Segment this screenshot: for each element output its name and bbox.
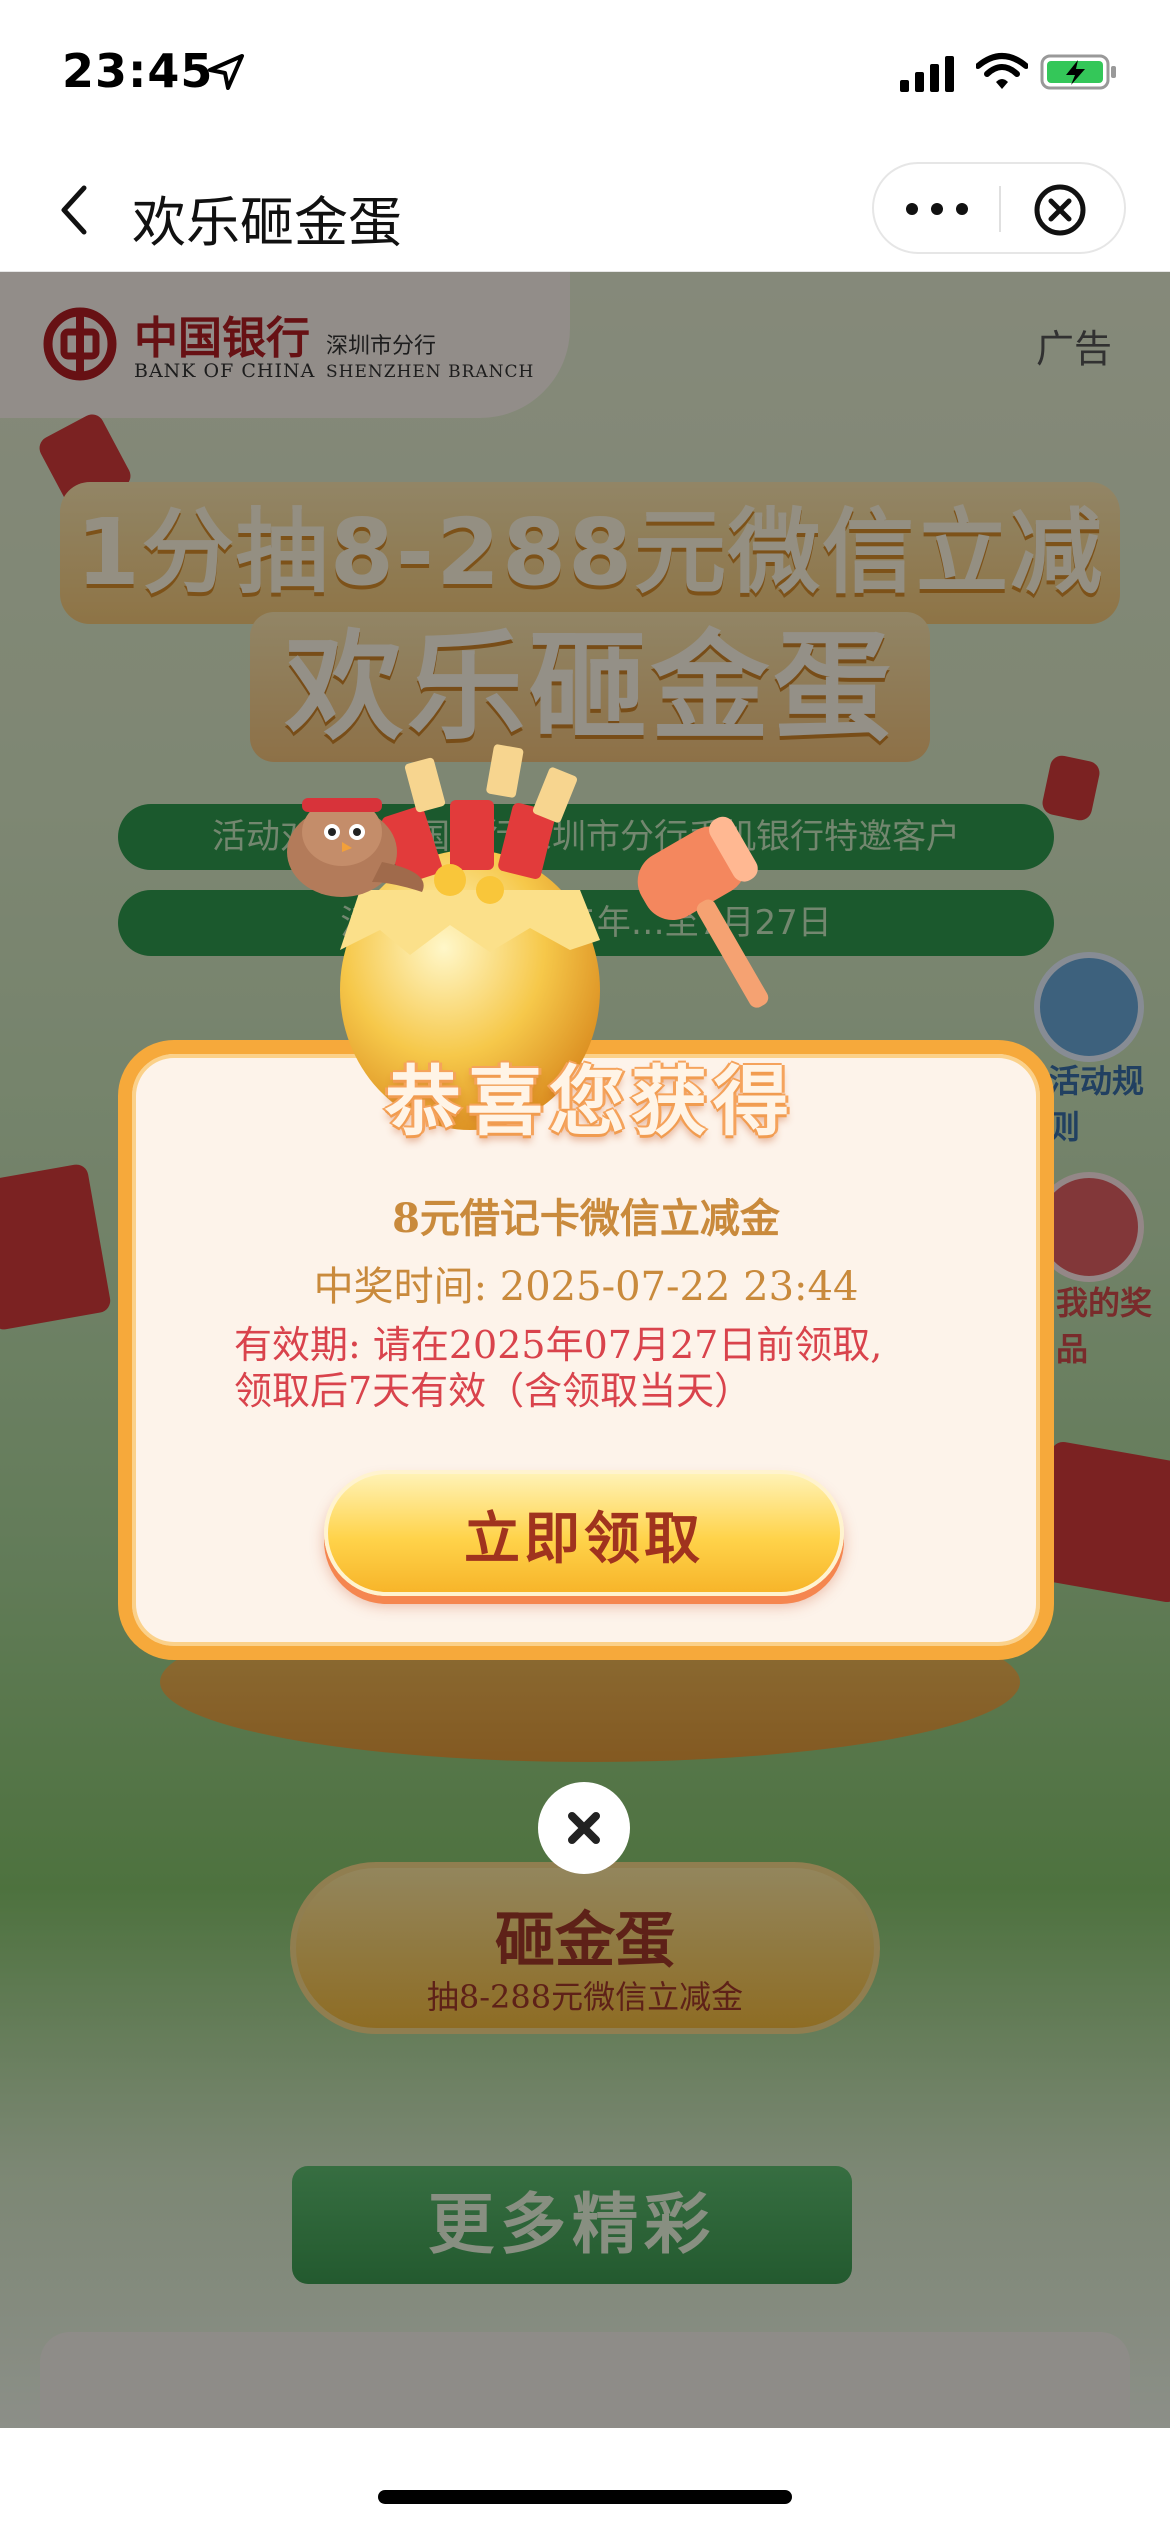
home-indicator-area (0, 2428, 1170, 2532)
win-time: 中奖时间: 2025-07-22 23:44 (313, 1264, 859, 1310)
validity-line-2: 领取后7天有效（含领取当天） (234, 1369, 753, 1413)
claim-now-label: 立即领取 (464, 1507, 704, 1572)
status-time: 23:45 (62, 44, 214, 98)
home-indicator[interactable] (378, 2490, 792, 2504)
prize-name: 8元借记卡微信立减金 (392, 1195, 780, 1242)
bird-mascot-icon (287, 798, 424, 897)
validity-text: 有效期: 请在2025年07月27日前领取, 领取后7天有效（含领取当天） (234, 1322, 954, 1414)
close-x-icon (568, 1812, 600, 1844)
location-arrow-icon (208, 54, 244, 90)
modal-heading: 恭喜您获得 (385, 1057, 795, 1146)
chevron-left-icon[interactable] (52, 180, 96, 240)
miniprogram-capsule (872, 162, 1126, 254)
claim-now-button[interactable]: 立即领取 (324, 1470, 844, 1596)
close-circle-icon[interactable] (1032, 182, 1088, 238)
battery-charging-icon (1040, 54, 1116, 90)
wifi-icon (976, 53, 1028, 89)
more-dots-icon[interactable] (902, 194, 972, 224)
capsule-divider (999, 186, 1001, 232)
status-bar: 23:45 (0, 0, 1170, 150)
validity-line-1: 有效期: 请在2025年07月27日前领取, (234, 1323, 883, 1367)
signal-icon (900, 56, 954, 92)
nav-bar: 欢乐砸金蛋 (0, 150, 1170, 272)
modal-close-button[interactable] (538, 1782, 630, 1874)
page-title: 欢乐砸金蛋 (132, 191, 402, 254)
